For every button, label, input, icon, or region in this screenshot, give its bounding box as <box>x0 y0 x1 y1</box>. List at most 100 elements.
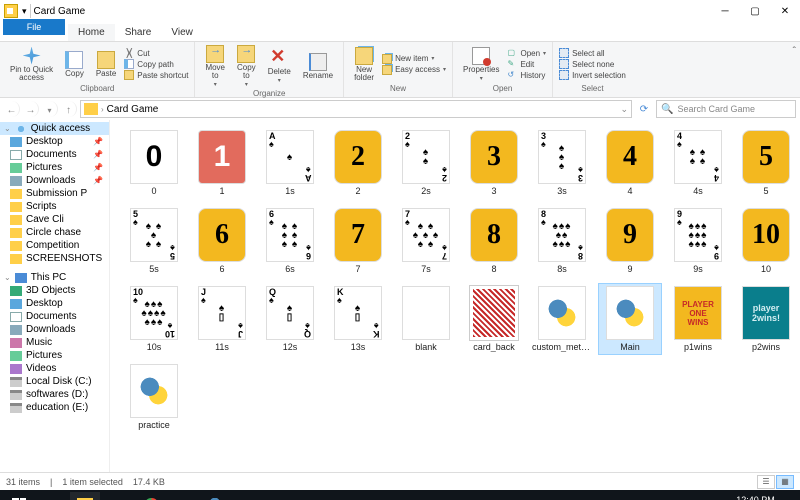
file-2[interactable]: 22 <box>327 128 389 198</box>
collapse-ribbon-button[interactable]: ˆ <box>789 42 800 97</box>
paste-button[interactable]: Paste <box>92 50 120 79</box>
file-4[interactable]: 44 <box>599 128 661 198</box>
file-blank[interactable]: blank <box>395 284 457 354</box>
file-p2wins[interactable]: player 2wins!p2wins <box>735 284 797 354</box>
icons-view-button[interactable]: ▦ <box>776 475 794 489</box>
start-button[interactable] <box>4 492 34 500</box>
up-button[interactable]: ↑ <box>61 101 77 117</box>
copy-path-button[interactable]: Copy path <box>124 59 188 69</box>
new-item-button[interactable]: New item ▾ <box>382 54 446 64</box>
nav-item-this-pc[interactable]: ⌄ This PC <box>0 271 109 284</box>
pin-quick-access-button[interactable]: Pin to Quick access <box>6 46 57 83</box>
nav-item-scripts[interactable]: Scripts <box>0 200 109 213</box>
taskbar-app1[interactable]: ▣ <box>169 492 199 500</box>
file-10[interactable]: 1010 <box>735 206 797 276</box>
maximize-button[interactable]: ▢ <box>740 0 770 22</box>
tab-home[interactable]: Home <box>68 24 115 41</box>
tab-file[interactable]: File <box>3 19 65 35</box>
edit-button[interactable]: ✎Edit <box>507 59 546 69</box>
file-11s[interactable]: J♠♠ ▯J♠11s <box>191 284 253 354</box>
properties-button[interactable]: Properties▾ <box>459 46 503 83</box>
down-icon[interactable]: ▾ <box>22 6 27 17</box>
copy-to-button[interactable]: Copy to▾ <box>233 44 260 89</box>
file-2s[interactable]: 2♠♠ ♠2♠2s <box>395 128 457 198</box>
nav-item-screenshots[interactable]: SCREENSHOTS <box>0 252 109 265</box>
taskbar-python[interactable] <box>202 492 232 500</box>
tab-share[interactable]: Share <box>115 24 162 41</box>
history-button[interactable]: ↺History <box>507 70 546 80</box>
dropdown-icon[interactable]: ⌄ <box>620 104 628 115</box>
file-5s[interactable]: 5♠♠ ♠ ♠ ♠ ♠5♠5s <box>123 206 185 276</box>
file-card_back[interactable]: card_back <box>463 284 525 354</box>
file-8s[interactable]: 8♠♠♠♠ ♠♠ ♠♠♠8♠8s <box>531 206 593 276</box>
file-p1wins[interactable]: PLAYER ONE WINSp1wins <box>667 284 729 354</box>
delete-button[interactable]: ✕Delete▾ <box>264 48 295 85</box>
minimize-button[interactable]: ─ <box>710 0 740 22</box>
nav-item-music[interactable]: Music <box>0 336 109 349</box>
select-none-button[interactable]: Select none <box>559 59 626 69</box>
file-5[interactable]: 55 <box>735 128 797 198</box>
rename-button[interactable]: Rename <box>299 52 337 81</box>
invert-selection-button[interactable]: Invert selection <box>559 70 626 80</box>
file-9[interactable]: 99 <box>599 206 661 276</box>
clock[interactable]: 12:40 PM 10/17/2021 <box>730 495 775 500</box>
recent-button[interactable]: ▾ <box>42 101 58 117</box>
file-practice[interactable]: practice <box>123 362 185 432</box>
taskbar-chrome[interactable] <box>136 492 166 500</box>
file-list[interactable]: 0011A♠♠A♠1s222♠♠ ♠2♠2s333♠♠ ♠ ♠3♠3s444♠♠… <box>110 120 800 472</box>
file-13s[interactable]: K♠♠ ▯K♠13s <box>327 284 389 354</box>
file-custom_method_test[interactable]: custom_method_test <box>531 284 593 354</box>
nav-item-pictures[interactable]: Pictures <box>0 349 109 362</box>
easy-access-button[interactable]: Easy access ▾ <box>382 65 446 75</box>
nav-item-pictures[interactable]: Pictures📌 <box>0 161 109 174</box>
nav-item-desktop[interactable]: Desktop📌 <box>0 135 109 148</box>
breadcrumb[interactable]: › Card Game ⌄ <box>80 100 632 118</box>
taskbar-brave[interactable]: ◉ <box>103 492 133 500</box>
open-button[interactable]: ▢Open ▾ <box>507 48 546 58</box>
file-3s[interactable]: 3♠♠ ♠ ♠3♠3s <box>531 128 593 198</box>
file-12s[interactable]: Q♠♠ ▯Q♠12s <box>259 284 321 354</box>
file-8[interactable]: 88 <box>463 206 525 276</box>
nav-item-education-e-[interactable]: education (E:) <box>0 401 109 414</box>
file-6s[interactable]: 6♠♠ ♠ ♠ ♠ ♠ ♠6♠6s <box>259 206 321 276</box>
nav-item-documents[interactable]: Documents <box>0 310 109 323</box>
back-button[interactable]: ← <box>4 101 20 117</box>
nav-item-softwares-d-[interactable]: softwares (D:) <box>0 388 109 401</box>
nav-item-submission-p[interactable]: Submission P <box>0 187 109 200</box>
taskbar-explorer[interactable] <box>70 492 100 500</box>
nav-item-documents[interactable]: Documents📌 <box>0 148 109 161</box>
file-9s[interactable]: 9♠♠♠♠ ♠♠♠ ♠♠♠9♠9s <box>667 206 729 276</box>
nav-item-quick-access[interactable]: ⌄ Quick access <box>0 122 109 135</box>
file-0[interactable]: 00 <box>123 128 185 198</box>
paste-shortcut-button[interactable]: Paste shortcut <box>124 70 188 80</box>
details-view-button[interactable]: ☰ <box>757 475 775 489</box>
file-1s[interactable]: A♠♠A♠1s <box>259 128 321 198</box>
refresh-button[interactable]: ⟳ <box>635 104 653 115</box>
file-4s[interactable]: 4♠♠ ♠ ♠ ♠4♠4s <box>667 128 729 198</box>
close-button[interactable]: ✕ <box>770 0 800 22</box>
nav-item-local-disk-c-[interactable]: Local Disk (C:) <box>0 375 109 388</box>
tab-view[interactable]: View <box>161 24 203 41</box>
file-3[interactable]: 33 <box>463 128 525 198</box>
file-Main[interactable]: Main <box>599 284 661 354</box>
select-all-button[interactable]: Select all <box>559 48 626 58</box>
nav-item-desktop[interactable]: Desktop <box>0 297 109 310</box>
nav-item-cave-cli[interactable]: Cave Cli <box>0 213 109 226</box>
file-6[interactable]: 66 <box>191 206 253 276</box>
nav-item-downloads[interactable]: Downloads <box>0 323 109 336</box>
search-input[interactable]: 🔍 Search Card Game <box>656 100 796 118</box>
file-7s[interactable]: 7♠♠ ♠ ♠ ♠ ♠ ♠ ♠7♠7s <box>395 206 457 276</box>
breadcrumb-segment[interactable]: Card Game <box>107 104 159 115</box>
nav-item-3d-objects[interactable]: 3D Objects <box>0 284 109 297</box>
nav-item-downloads[interactable]: Downloads📌 <box>0 174 109 187</box>
cut-button[interactable]: Cut <box>124 48 188 58</box>
task-view-button[interactable]: ⊞ <box>37 492 67 500</box>
file-7[interactable]: 77 <box>327 206 389 276</box>
move-to-button[interactable]: Move to▾ <box>201 44 229 89</box>
nav-item-videos[interactable]: Videos <box>0 362 109 375</box>
nav-item-competition[interactable]: Competition <box>0 239 109 252</box>
file-1[interactable]: 11 <box>191 128 253 198</box>
new-folder-button[interactable]: New folder <box>350 46 378 83</box>
nav-item-circle-chase[interactable]: Circle chase <box>0 226 109 239</box>
file-10s[interactable]: 10♠♠♠♠ ♠♠♠♠ ♠♠♠10♠10s <box>123 284 185 354</box>
